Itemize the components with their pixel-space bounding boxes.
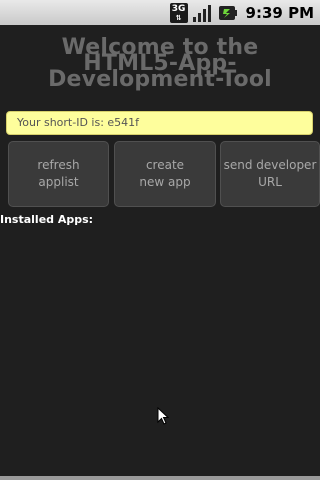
status-bar: 3G ⇅ 9:39 PM: [0, 0, 320, 25]
installed-apps-label: Installed Apps:: [0, 213, 94, 226]
data-arrows-icon: ⇅: [175, 13, 182, 22]
signal-icon: [192, 4, 211, 22]
page-title: Welcome to the HTML5-App- Development-To…: [0, 37, 320, 92]
network-label: 3G: [171, 3, 186, 14]
battery-icon: [218, 5, 237, 20]
mouse-pointer-icon: [157, 407, 169, 425]
refresh-applist-button[interactable]: refresh applist: [8, 141, 109, 207]
create-new-app-button[interactable]: create new app: [114, 141, 216, 207]
bottom-divider: [0, 476, 320, 480]
action-buttons: refresh applist create new app send deve…: [8, 141, 320, 207]
clock: 9:39 PM: [245, 3, 314, 22]
title-line-3: Development-Tool: [48, 67, 272, 92]
send-developer-url-button[interactable]: send developer URL: [220, 141, 320, 207]
3g-icon: 3G ⇅: [169, 2, 188, 23]
short-id-banner: Your short-ID is: e541f: [6, 111, 313, 135]
